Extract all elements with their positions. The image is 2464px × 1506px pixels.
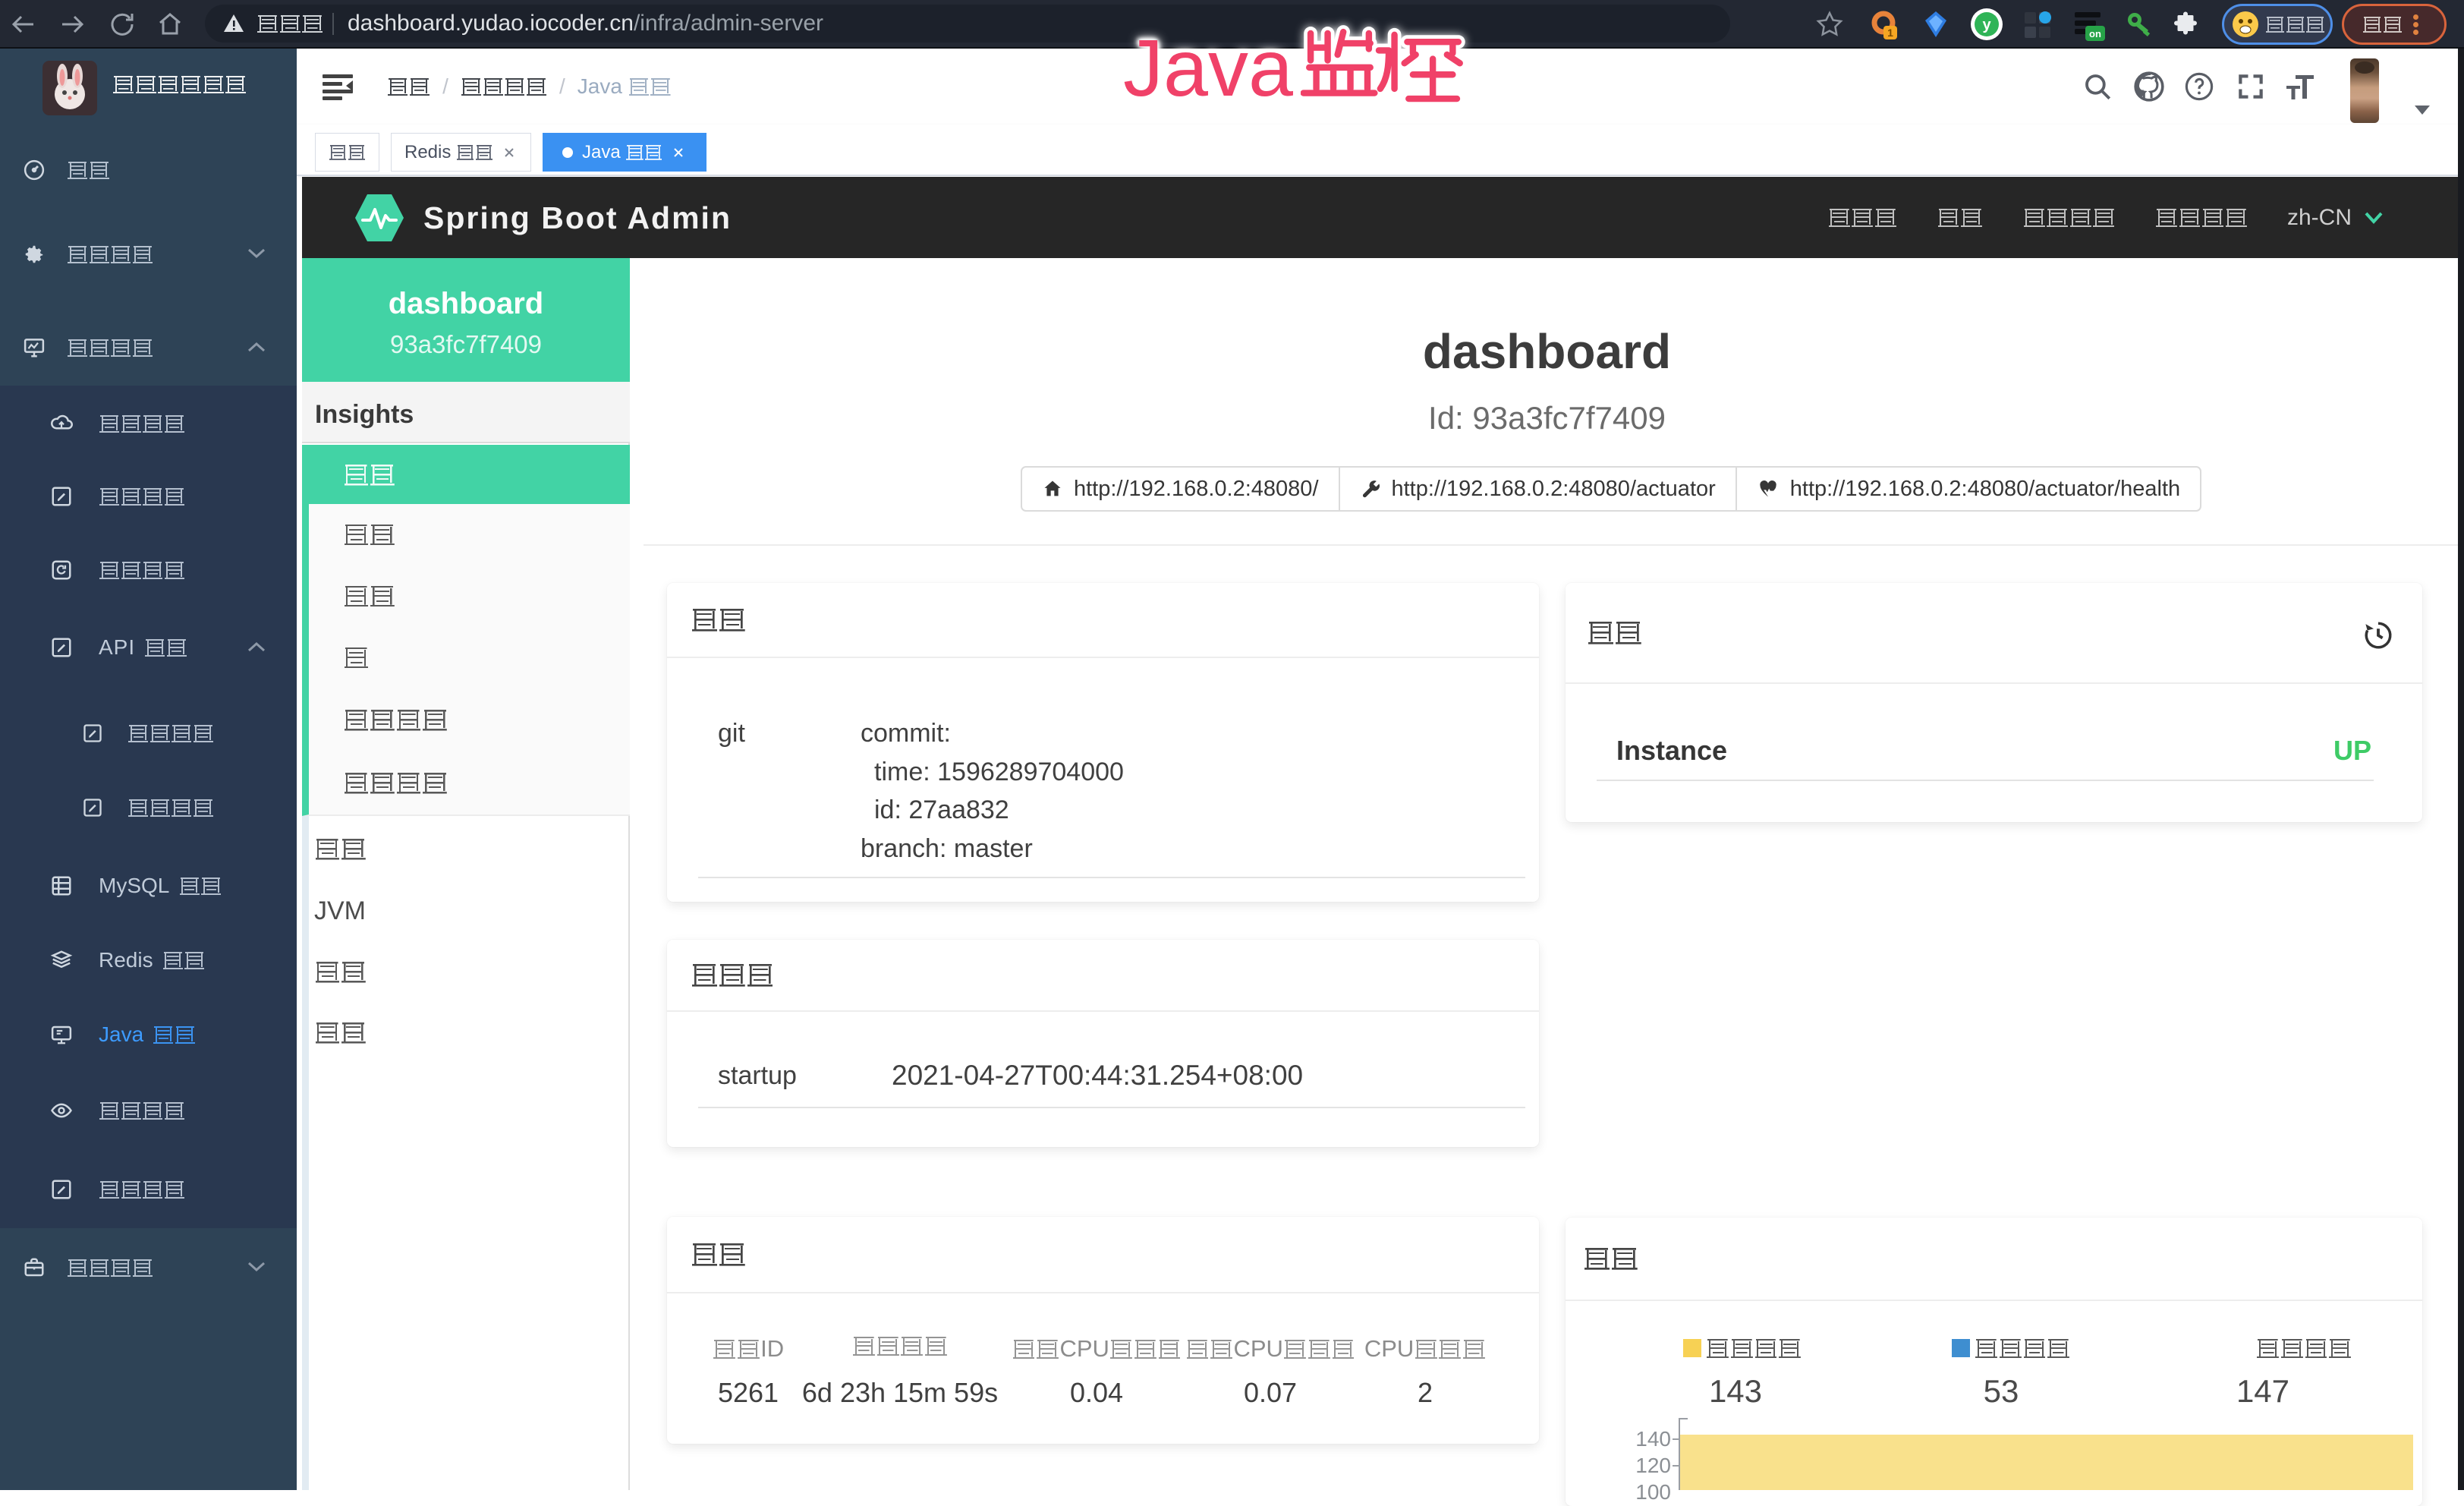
- svg-text:on: on: [2089, 28, 2101, 39]
- svg-text:y: y: [1982, 17, 1991, 33]
- svg-text:1: 1: [1887, 27, 1893, 39]
